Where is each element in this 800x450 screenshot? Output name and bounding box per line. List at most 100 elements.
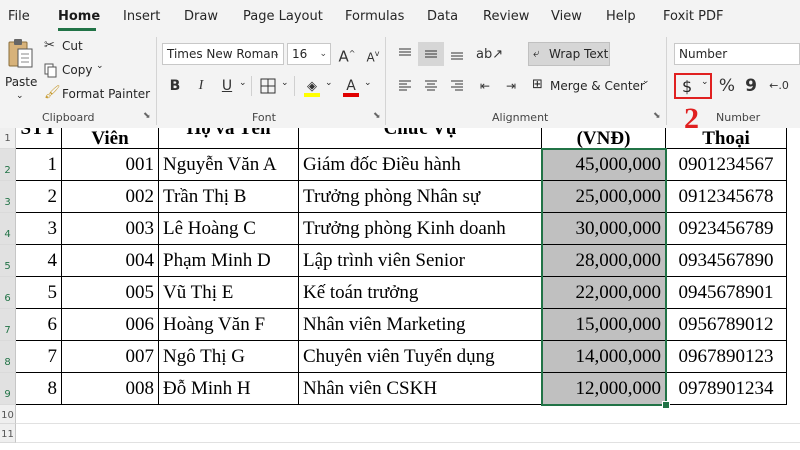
cell-chuc-vu[interactable]: Giám đốc Điều hành (299, 149, 542, 181)
cell-luong[interactable]: 12,000,000 (542, 373, 666, 405)
dialog-launcher-icon[interactable]: ⬊ (143, 112, 151, 121)
accounting-format-button[interactable]: $ ⌄ (674, 73, 712, 99)
middle-align-button[interactable] (418, 42, 444, 66)
font-color-button[interactable]: A (338, 74, 364, 98)
chevron-down-icon[interactable]: ⌄ (364, 78, 372, 88)
cell-luong[interactable]: 25,000,000 (542, 181, 666, 213)
tab-file[interactable]: File (8, 0, 30, 33)
cell-ma-nhan-vien[interactable]: 006 (62, 309, 159, 341)
cell-chuc-vu[interactable]: Nhân viên Marketing (299, 309, 542, 341)
header-luong[interactable]: (VNĐ) (542, 128, 666, 149)
cell-ho-ten[interactable]: Lê Hoàng C (159, 213, 299, 245)
cell-stt[interactable]: 6 (16, 309, 62, 341)
row-header[interactable]: 7 (0, 309, 16, 341)
tab-page-layout[interactable]: Page Layout (243, 0, 323, 33)
tab-foxit-pdf[interactable]: Foxit PDF (663, 0, 723, 33)
cell-ma-nhan-vien[interactable]: 004 (62, 245, 159, 277)
underline-button[interactable]: U (214, 74, 240, 98)
align-right-button[interactable] (444, 74, 470, 98)
cell-ho-ten[interactable]: Vũ Thị E (159, 277, 299, 309)
increase-indent-button[interactable]: ⇥ (498, 74, 524, 98)
cell-chuc-vu[interactable]: Trưởng phòng Kinh doanh (299, 213, 542, 245)
cell-ho-ten[interactable]: Hoàng Văn F (159, 309, 299, 341)
cell-ho-ten[interactable]: Đỗ Minh H (159, 373, 299, 405)
cell-luong[interactable]: 15,000,000 (542, 309, 666, 341)
cell-so-dien-thoai[interactable]: 0956789012 (666, 309, 787, 341)
cell-chuc-vu[interactable]: Lập trình viên Senior (299, 245, 542, 277)
tab-draw[interactable]: Draw (184, 0, 218, 33)
align-center-button[interactable] (418, 74, 444, 98)
align-left-button[interactable] (392, 74, 418, 98)
row-header[interactable]: 2 (0, 149, 16, 181)
row-header[interactable]: 3 (0, 181, 16, 213)
cell-ma-nhan-vien[interactable]: 001 (62, 149, 159, 181)
cell-stt[interactable]: 3 (16, 213, 62, 245)
cell-stt[interactable]: 4 (16, 245, 62, 277)
header-ho-ten[interactable]: Họ và Tên (159, 128, 299, 149)
paste-button[interactable]: Paste ⌄ (4, 37, 38, 107)
row-header[interactable]: 9 (0, 373, 16, 405)
grow-font-button[interactable]: A^ (334, 42, 360, 66)
tab-formulas[interactable]: Formulas (345, 0, 404, 33)
cell-luong[interactable]: 30,000,000 (542, 213, 666, 245)
cell-luong[interactable]: 22,000,000 (542, 277, 666, 309)
cell-stt[interactable]: 2 (16, 181, 62, 213)
cell-chuc-vu[interactable]: Chuyên viên Tuyển dụng (299, 341, 542, 373)
cell-luong[interactable]: 14,000,000 (542, 341, 666, 373)
cell-so-dien-thoai[interactable]: 0912345678 (666, 181, 787, 213)
format-painter-button[interactable]: 🖌 Format Painter (44, 85, 154, 104)
shrink-font-button[interactable]: Av (360, 42, 386, 66)
tab-view[interactable]: View (551, 0, 582, 33)
header-ma-nhan-vien[interactable]: Viên (62, 128, 159, 149)
cell-ho-ten[interactable]: Trần Thị B (159, 181, 299, 213)
cell-ho-ten[interactable]: Phạm Minh D (159, 245, 299, 277)
row-header[interactable]: 1 (0, 128, 16, 149)
cell-ma-nhan-vien[interactable]: 005 (62, 277, 159, 309)
row-header[interactable]: 11 (0, 424, 16, 443)
cell-luong[interactable]: 28,000,000 (542, 245, 666, 277)
cell-chuc-vu[interactable]: Nhân viên CSKH (299, 373, 542, 405)
cell-so-dien-thoai[interactable]: 0967890123 (666, 341, 787, 373)
cell-stt[interactable]: 7 (16, 341, 62, 373)
cell-chuc-vu[interactable]: Kế toán trưởng (299, 277, 542, 309)
number-format-select[interactable]: Number (674, 43, 800, 65)
cell-ma-nhan-vien[interactable]: 007 (62, 341, 159, 373)
tab-review[interactable]: Review (483, 0, 529, 33)
merge-center-button[interactable]: ⊞ Merge & Center ⌄ (528, 76, 658, 98)
dialog-launcher-icon[interactable]: ⬊ (373, 112, 381, 121)
orientation-button[interactable]: ab↗ (476, 42, 503, 66)
header-chuc-vu[interactable]: Chức Vụ (299, 128, 542, 149)
cell-luong[interactable]: 45,000,000 (542, 149, 666, 181)
cell-ma-nhan-vien[interactable]: 008 (62, 373, 159, 405)
italic-button[interactable]: I (188, 74, 214, 98)
chevron-down-icon[interactable]: ⌄ (325, 78, 333, 88)
cell-stt[interactable]: 5 (16, 277, 62, 309)
worksheet-grid[interactable]: 1 2 3 4 5 6 7 8 9 10 11 STT Viên Họ và T… (0, 128, 800, 450)
copy-button[interactable]: Copy ⌄ (44, 61, 124, 80)
chevron-down-icon[interactable]: ⌄ (239, 78, 247, 88)
row-header[interactable]: 8 (0, 341, 16, 373)
bold-button[interactable]: B (162, 74, 188, 98)
row-header[interactable]: 5 (0, 245, 16, 277)
font-size-select[interactable]: 16 ⌄ (287, 43, 331, 65)
cell-ma-nhan-vien[interactable]: 002 (62, 181, 159, 213)
dialog-launcher-icon[interactable]: ⬊ (653, 112, 661, 121)
row-header[interactable]: 6 (0, 277, 16, 309)
row-header[interactable]: 10 (0, 405, 16, 424)
cell-ho-ten[interactable]: Ngô Thị G (159, 341, 299, 373)
cell-so-dien-thoai[interactable]: 0934567890 (666, 245, 787, 277)
cut-button[interactable]: ✂ Cut (44, 38, 124, 56)
header-stt[interactable]: STT (16, 128, 62, 149)
decrease-indent-button[interactable]: ⇤ (472, 74, 498, 98)
cell-so-dien-thoai[interactable]: 0923456789 (666, 213, 787, 245)
cell-stt[interactable]: 1 (16, 149, 62, 181)
tab-data[interactable]: Data (427, 0, 458, 33)
font-name-select[interactable]: Times New Roman ⌄ (162, 43, 284, 65)
comma-style-button[interactable]: 9 (738, 74, 764, 98)
borders-button[interactable] (255, 74, 281, 98)
tab-help[interactable]: Help (606, 0, 636, 33)
fill-handle[interactable] (662, 401, 670, 409)
cell-so-dien-thoai[interactable]: 0978901234 (666, 373, 787, 405)
tab-insert[interactable]: Insert (123, 0, 160, 33)
row-header[interactable]: 4 (0, 213, 16, 245)
